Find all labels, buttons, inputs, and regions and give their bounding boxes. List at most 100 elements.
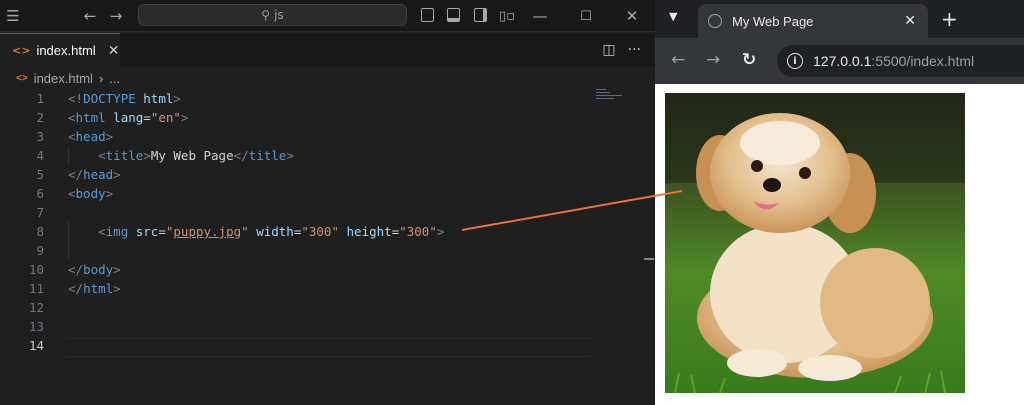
scrollbar-marker (644, 258, 654, 260)
code-token: puppy.jpg (173, 224, 242, 239)
minimap[interactable] (596, 89, 630, 109)
search-text: js (274, 8, 284, 22)
web-page-viewport (655, 84, 1024, 405)
back-arrow-icon[interactable]: ← (671, 50, 685, 70)
line-number: 5 (36, 167, 44, 182)
line-number: 2 (36, 110, 44, 125)
editor-tab-bar: <> index.html ✕ ◫ ··· (0, 33, 655, 67)
line-number: 1 (36, 91, 44, 106)
code-token: body (75, 186, 106, 201)
code-line[interactable]: 9 (0, 241, 640, 260)
code-token: <! (68, 91, 84, 106)
more-actions-icon[interactable]: ··· (628, 42, 641, 58)
code-token: </ (233, 148, 249, 163)
editor-actions: ◫ ··· (602, 33, 641, 67)
line-number: 12 (28, 300, 44, 315)
code-text: <img src="puppy.jpg" width="300" height=… (68, 222, 444, 241)
code-text: <body> (68, 184, 113, 203)
breadcrumb: <> index.html › ... (0, 67, 655, 89)
address-bar[interactable]: i 127.0.0.1:5500/index.html (777, 45, 1024, 77)
code-token: width (256, 224, 294, 239)
forward-arrow-icon[interactable]: → (106, 0, 126, 32)
search-icon: ⚲ (261, 8, 271, 22)
code-line[interactable]: 8 <img src="puppy.jpg" width="300" heigh… (0, 222, 640, 241)
code-token: </ (68, 281, 84, 296)
code-token: head (75, 129, 106, 144)
browser-tab-strip: ▼ My Web Page ✕ + (655, 0, 1024, 38)
code-text: <head> (68, 127, 113, 146)
customize-layout-icon[interactable]: ▯▫ (496, 0, 518, 32)
code-line[interactable]: 14 (0, 336, 640, 355)
new-tab-icon[interactable]: + (941, 7, 958, 31)
globe-icon (708, 14, 722, 28)
code-token: html (75, 110, 106, 125)
reload-icon[interactable]: ↻ (742, 50, 756, 70)
code-line[interactable]: 5 </head> (0, 165, 640, 184)
minimize-icon[interactable]: — (530, 0, 550, 32)
code-text: <!DOCTYPE html> (68, 89, 181, 108)
line-number: 14 (28, 338, 44, 353)
code-token: img (105, 224, 129, 239)
toggle-primary-sidebar-icon[interactable] (421, 8, 434, 22)
tab-label: index.html (36, 43, 96, 58)
close-tab-icon[interactable]: ✕ (904, 13, 916, 29)
code-token: "300" (301, 224, 339, 239)
code-token: > (180, 110, 189, 125)
site-info-icon[interactable]: i (787, 53, 803, 69)
split-editor-icon[interactable]: ◫ (602, 42, 615, 58)
back-arrow-icon[interactable]: ← (80, 0, 100, 32)
code-token: lang (113, 110, 144, 125)
code-token: body (83, 262, 114, 277)
menu-icon[interactable]: ☰ (0, 0, 26, 32)
toggle-secondary-sidebar-icon[interactable] (474, 8, 487, 22)
html-file-icon: <> (16, 72, 28, 84)
code-line[interactable]: 3 <head> (0, 127, 640, 146)
code-text: </body> (68, 260, 121, 279)
code-token: "300" (399, 224, 437, 239)
code-line[interactable]: 11 </html> (0, 279, 640, 298)
code-token: DOCTYPE (83, 91, 136, 106)
tab-index-html[interactable]: <> index.html ✕ (0, 33, 120, 67)
code-line[interactable]: 13 (0, 317, 640, 336)
code-line[interactable]: 7 (0, 203, 640, 222)
forward-arrow-icon[interactable]: → (706, 50, 720, 70)
code-text: </html> (68, 279, 121, 298)
code-token: < (68, 129, 76, 144)
code-token: > (105, 129, 114, 144)
line-number: 11 (28, 281, 44, 296)
html-file-icon: <> (12, 44, 31, 57)
code-token: </ (68, 262, 84, 277)
code-line[interactable]: 6 <body> (0, 184, 640, 203)
code-line[interactable]: 12 (0, 298, 640, 317)
code-line[interactable]: 4 <title>My Web Page</title> (0, 146, 640, 165)
line-number: 6 (36, 186, 44, 201)
code-token: My Web Page (150, 148, 234, 163)
code-token: </ (68, 167, 84, 182)
browser-tab[interactable]: My Web Page ✕ (698, 4, 928, 38)
code-token: " (241, 224, 249, 239)
close-window-icon[interactable]: ✕ (622, 0, 642, 32)
line-number: 9 (36, 243, 44, 258)
code-token: src (135, 224, 159, 239)
command-center-search[interactable]: ⚲ js (138, 4, 407, 26)
close-tab-icon[interactable]: ✕ (108, 43, 120, 59)
breadcrumb-file[interactable]: index.html (34, 71, 93, 86)
code-line[interactable]: 10 </body> (0, 260, 640, 279)
code-token: < (68, 110, 76, 125)
browser-toolbar: ← → ↻ i 127.0.0.1:5500/index.html (655, 38, 1024, 84)
code-text: <title>My Web Page</title> (68, 146, 294, 165)
code-line[interactable]: 1 <!DOCTYPE html> (0, 89, 640, 108)
toggle-panel-icon[interactable] (447, 8, 460, 22)
breadcrumb-symbol[interactable]: ... (109, 71, 120, 86)
code-token: title (248, 148, 287, 163)
url-text: 127.0.0.1:5500/index.html (813, 53, 975, 69)
line-number: 8 (36, 224, 44, 239)
maximize-icon[interactable]: ☐ (576, 0, 596, 32)
code-line[interactable]: 2 <html lang="en"> (0, 108, 640, 127)
tab-search-chevron-icon[interactable]: ▼ (669, 10, 677, 23)
code-editor[interactable]: 1 <!DOCTYPE html> 2 <html lang="en"> 3 <head>… (0, 89, 640, 405)
